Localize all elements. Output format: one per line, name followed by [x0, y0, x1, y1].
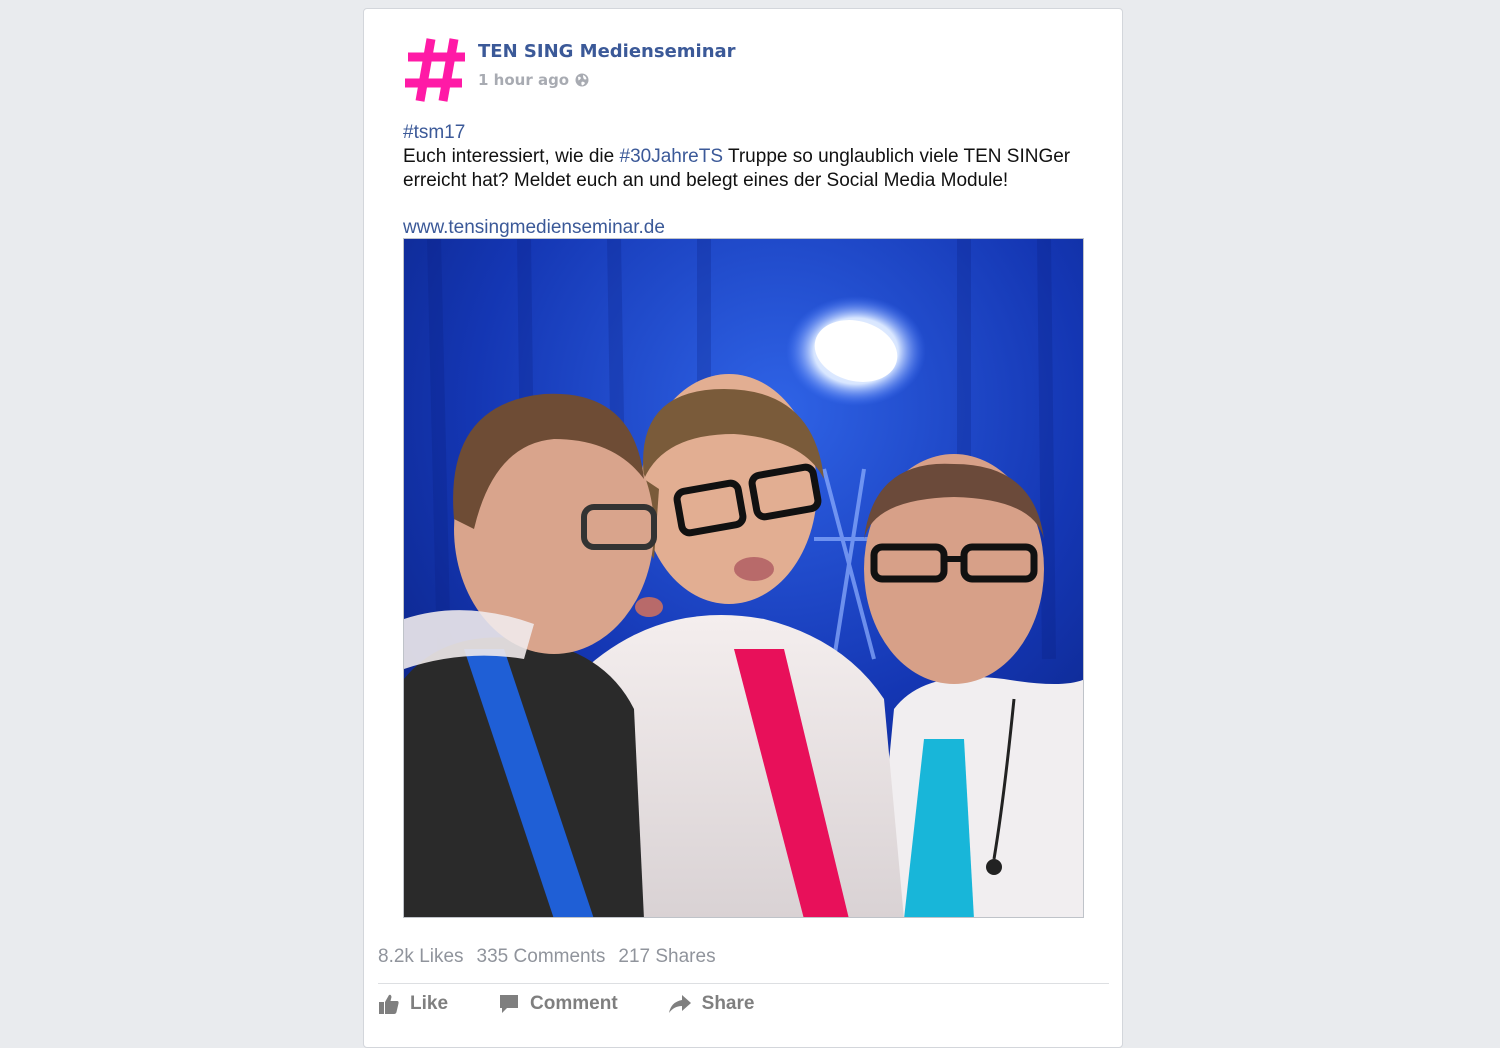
- post-text: #tsm17 Euch interessiert, wie die #30Jah…: [403, 121, 1093, 240]
- hashtag-icon[interactable]: [404, 35, 466, 105]
- share-label: Share: [701, 993, 755, 1014]
- comment-label: Comment: [530, 993, 618, 1014]
- post-photo[interactable]: [403, 238, 1084, 918]
- post-meta: 1 hour ago: [478, 71, 589, 89]
- engagement-stats: 8.2k Likes 335 Comments 217 Shares: [378, 946, 716, 968]
- post-body: Euch interessiert, wie die #30JahreTS Tr…: [403, 145, 1093, 193]
- divider: [378, 983, 1109, 984]
- likes-count[interactable]: 8.2k Likes: [378, 946, 464, 968]
- comment-button[interactable]: Comment: [498, 993, 618, 1015]
- comment-icon: [500, 995, 519, 1013]
- globe-icon[interactable]: [575, 73, 589, 87]
- hashtag-30jahrets-link[interactable]: #30JahreTS: [620, 146, 724, 167]
- thumbs-up-icon: [379, 994, 399, 1014]
- comments-count[interactable]: 335 Comments: [477, 946, 606, 968]
- action-bar: Like Comment Share: [378, 993, 754, 1015]
- website-link[interactable]: www.tensingmedienseminar.de: [403, 217, 665, 238]
- share-arrow-icon: [668, 995, 691, 1013]
- like-label: Like: [410, 993, 449, 1014]
- like-button[interactable]: Like: [378, 993, 448, 1015]
- shares-count[interactable]: 217 Shares: [618, 946, 715, 968]
- post-card: TEN SING Medienseminar 1 hour ago #tsm17…: [363, 8, 1123, 1048]
- post-timestamp[interactable]: 1 hour ago: [478, 71, 569, 89]
- page-name-link[interactable]: TEN SING Medienseminar: [478, 41, 736, 62]
- hashtag-tsm17-link[interactable]: #tsm17: [403, 122, 465, 143]
- post-body-prefix: Euch interessiert, wie die: [403, 146, 620, 167]
- share-button[interactable]: Share: [668, 993, 755, 1015]
